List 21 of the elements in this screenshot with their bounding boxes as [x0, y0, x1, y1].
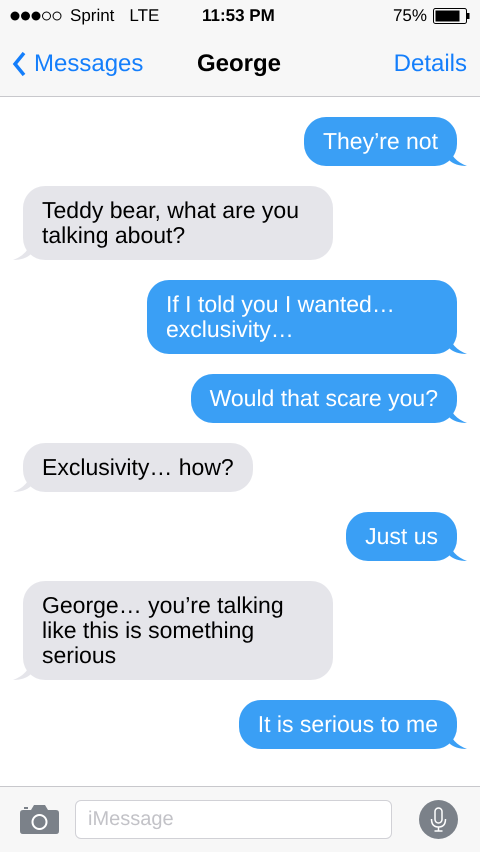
message-bubble: George… you’re talking like this is something serious: [23, 581, 333, 680]
chevron-left-icon: [12, 51, 26, 77]
carrier-name: Sprint: [70, 5, 114, 28]
message-bubble: They’re not: [304, 117, 457, 166]
microphone-icon[interactable]: [419, 800, 458, 839]
status-time: 11:53 PM: [202, 5, 275, 28]
battery-icon: [433, 8, 470, 24]
camera-icon[interactable]: [20, 805, 59, 834]
back-button[interactable]: Messages: [12, 46, 144, 82]
network-type: LTE: [129, 5, 160, 28]
message-input-field[interactable]: iMessage: [75, 800, 392, 839]
message-bubble: Just us: [346, 512, 457, 561]
battery-percent: 75%: [392, 5, 427, 28]
message-bubble: Teddy bear, what are you talking about?: [23, 186, 333, 260]
message-bubble: Would that scare you?: [190, 374, 457, 423]
message-bubble: If I told you I wanted… exclusivity…: [147, 280, 457, 354]
conversation-title: George: [197, 49, 282, 79]
details-button[interactable]: Details: [394, 46, 468, 82]
message-bubble: Exclusivity… how?: [23, 443, 253, 492]
signal-strength-icon: [10, 10, 63, 22]
message-bubble: It is serious to me: [238, 700, 457, 749]
